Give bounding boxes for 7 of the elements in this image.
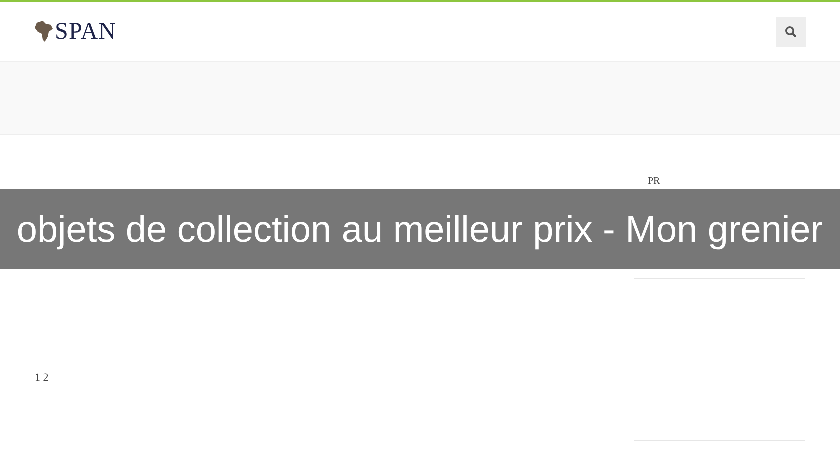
banner-title: objets de collection au meilleur prix - Mon grenier [16,210,824,248]
pagination-text: 1 2 [35,372,49,384]
search-icon [785,26,797,38]
logo-text: SPAN [55,20,117,44]
search-button[interactable] [776,16,806,46]
sidebar-label: PR [648,177,660,187]
africa-map-icon [34,20,54,44]
